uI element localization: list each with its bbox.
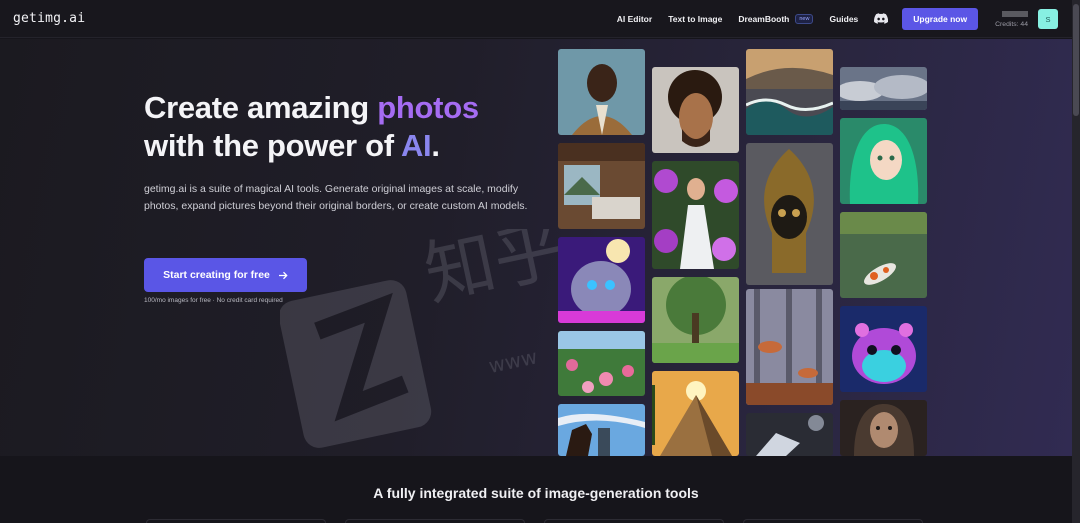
top-navigation: getimg.ai AI Editor Text to Image DreamB… xyxy=(0,0,1072,38)
gallery-tile-curly-hair-man[interactable] xyxy=(652,67,739,153)
tools-section: A fully integrated suite of image-genera… xyxy=(0,456,1072,523)
scrollbar-thumb[interactable] xyxy=(1073,4,1079,116)
nav-dreambooth[interactable]: DreamBooth new xyxy=(738,13,814,25)
gallery-tile-green-hair-girl[interactable] xyxy=(840,118,927,204)
gallery-tile-pyramid[interactable] xyxy=(652,371,739,456)
gallery-tile-cyborg-woman[interactable] xyxy=(840,400,927,456)
tool-card[interactable] xyxy=(544,519,724,523)
logo[interactable]: getimg.ai xyxy=(13,11,85,26)
credits-display: Credits: 44 xyxy=(995,10,1028,28)
nav-guides[interactable]: Guides xyxy=(829,14,858,24)
scrollbar[interactable] xyxy=(1072,0,1080,523)
credits-text: Credits: 44 xyxy=(995,20,1028,28)
nav-ai-editor[interactable]: AI Editor xyxy=(617,14,652,24)
gallery-tile-portrait-man-suit[interactable] xyxy=(558,49,645,135)
nav-text-to-image[interactable]: Text to Image xyxy=(668,14,722,24)
tool-card[interactable] xyxy=(345,519,525,523)
nav-menu: AI Editor Text to Image DreamBooth new Gu… xyxy=(617,0,1058,38)
gallery-tile-rose-garden[interactable] xyxy=(558,331,645,396)
image-gallery xyxy=(557,39,929,456)
hero-section: 知乎 www Create amazing photos with the po… xyxy=(0,39,1072,456)
svg-text:www: www xyxy=(486,344,539,378)
gallery-tile-clouds[interactable] xyxy=(840,67,927,110)
gallery-tile-mushroom-forest[interactable] xyxy=(746,289,833,405)
title-part2: with the power of xyxy=(144,128,401,163)
gallery-tile-woman-flowers[interactable] xyxy=(652,161,739,269)
hero-title: Create amazing photos with the power of … xyxy=(144,89,564,165)
gallery-tile-glass-object[interactable] xyxy=(746,413,833,456)
gallery-tile-golden-skull-sculpture[interactable] xyxy=(746,143,833,285)
gallery-tile-cabin-bedroom[interactable] xyxy=(558,143,645,229)
gallery-tile-stormy-sea[interactable] xyxy=(746,49,833,135)
nav-dreambooth-label: DreamBooth xyxy=(738,13,790,24)
title-accent-photos: photos xyxy=(377,90,479,125)
title-accent-ai: AI xyxy=(400,128,432,163)
title-part1: Create amazing xyxy=(144,90,378,125)
tool-card[interactable] xyxy=(743,519,923,523)
new-badge: new xyxy=(795,14,814,25)
hero-description: getimg.ai is a suite of magical AI tools… xyxy=(144,183,528,212)
arrow-right-icon xyxy=(278,271,288,280)
tool-card[interactable] xyxy=(146,519,326,523)
cta-label: Start creating for free xyxy=(163,269,270,281)
gallery-tile-tree-meadow[interactable] xyxy=(652,277,739,363)
title-end: . xyxy=(431,128,440,163)
hero-note: 100/mo images for free · No credit card … xyxy=(144,297,283,304)
upgrade-button[interactable]: Upgrade now xyxy=(902,8,979,30)
svg-text:知乎: 知乎 xyxy=(418,229,572,316)
gallery-tile-galaxy-hamster[interactable] xyxy=(840,306,927,392)
gallery-tile-horse-rider[interactable] xyxy=(558,404,645,456)
username-blurred xyxy=(1002,10,1028,17)
gallery-tile-cosmic-cat[interactable] xyxy=(558,237,645,323)
avatar[interactable]: S xyxy=(1038,9,1058,29)
gallery-tile-koi-pond[interactable] xyxy=(840,212,927,298)
discord-icon[interactable] xyxy=(874,13,889,25)
start-creating-button[interactable]: Start creating for free xyxy=(144,258,307,292)
section-title: A fully integrated suite of image-genera… xyxy=(373,485,699,501)
